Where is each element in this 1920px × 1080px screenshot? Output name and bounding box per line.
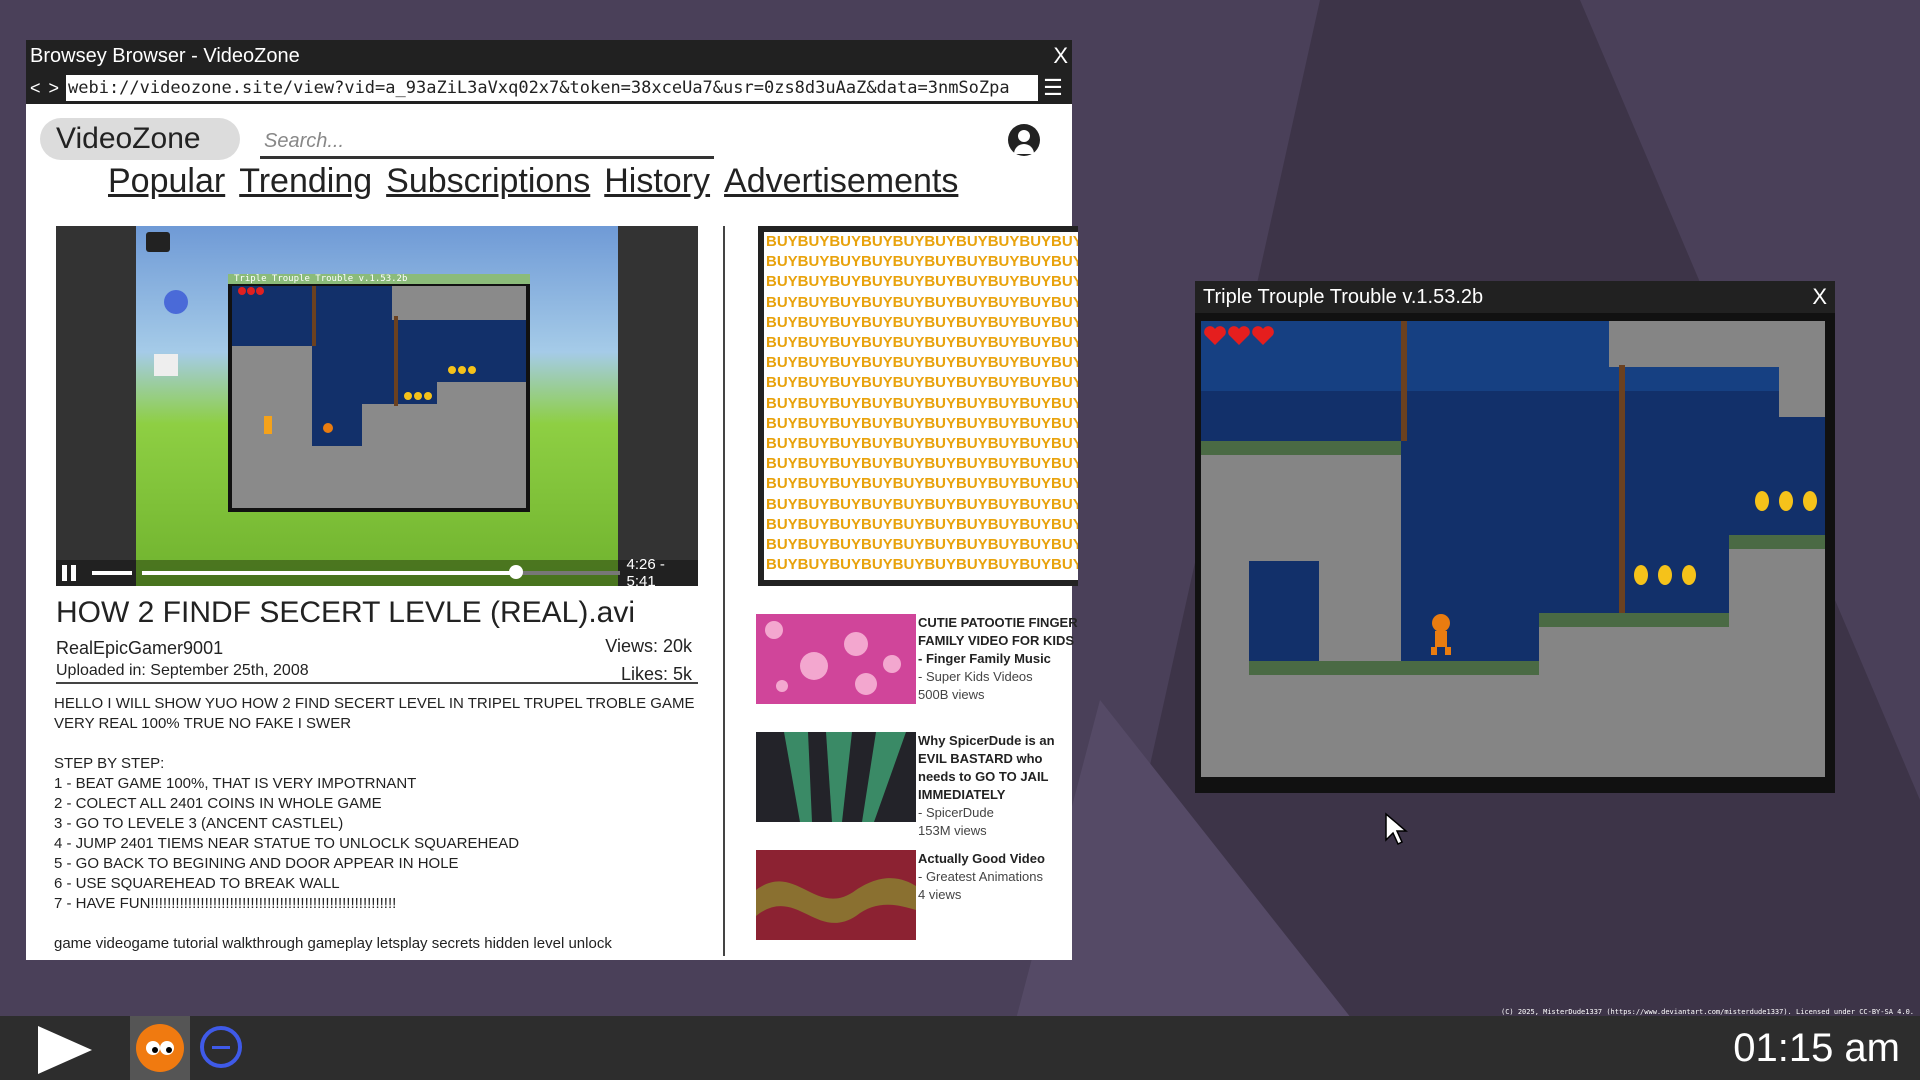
ad-line: BUYBUYBUYBUYBUYBUYBUYBUYBUYBUYBUYBUY [766,233,1078,250]
cursor-icon [1385,812,1408,846]
rec-channel[interactable]: - Super Kids Videos [918,668,1078,686]
video-description: HELLO I WILL SHOW YUO HOW 2 FIND SECERT … [54,695,695,952]
video-controls: 4:26 - 5:41 [56,556,698,586]
rec-title[interactable]: Why SpicerDude is an EVIL BASTARD who ne… [918,732,1078,804]
game-app-icon[interactable] [136,1024,184,1072]
ad-line: BUYBUYBUYBUYBUYBUYBUYBUYBUYBUYBUYBUY [766,334,1078,352]
upload-date: Uploaded in: September 25th, 2008 [56,662,309,679]
browser-app-icon[interactable] [200,1026,242,1068]
site-nav: Popular Trending Subscriptions History A… [108,162,958,201]
video-game-window: Triple Trouple Trouble v.1.53.2b [228,274,530,512]
ad-line: BUYBUYBUYBUYBUYBUYBUYBUYBUYBUYBUYBUY [766,435,1078,453]
video-frame: Triple Trouple Trouble v.1.53.2b [136,226,618,586]
game-window: Triple Trouple Trouble v.1.53.2b X [1195,281,1835,793]
video-channel[interactable]: RealEpicGamer9001 [56,638,223,659]
ad-line: BUYBUYBUYBUYBUYBUYBUYBUYBUYBUYBUYBUY [766,273,1078,291]
rec-title[interactable]: CUTIE PATOOTIE FINGER FAMILY VIDEO FOR K… [918,614,1078,668]
pause-icon[interactable] [62,565,78,581]
video-time: 4:26 - 5:41 [626,556,665,586]
recommended-video[interactable]: Why SpicerDude is an EVIL BASTARD who ne… [756,732,1078,838]
ad-line: BUYBUYBUYBUYBUYBUYBUYBUYBUYBUYBUYBUY [766,313,1078,331]
start-button[interactable] [38,1026,92,1074]
url-input[interactable]: webi://videozone.site/view?vid=a_93aZiL3… [66,75,1038,101]
nav-popular[interactable]: Popular [108,162,225,201]
ad-line: BUYBUYBUYBUYBUYBUYBUYBUYBUYBUYBUYBUY [766,354,1078,372]
browser-close-button[interactable]: X [1053,43,1068,69]
video-thumbnail[interactable] [756,850,916,940]
nav-advertisements[interactable]: Advertisements [724,162,958,201]
rec-channel[interactable]: - SpicerDude [918,804,1078,822]
views-count: Views: 20k [605,636,692,656]
video-game-screen [232,286,526,508]
seek-bar-fill [141,571,517,575]
video-thumbnail[interactable] [756,614,916,704]
ad-line: BUYBUYBUYBUYBUYBUYBUYBUYBUYBUYBUYBUY [766,253,1078,271]
account-icon[interactable] [1008,124,1040,156]
advertisement-text: BUYBUYBUYBUYBUYBUYBUYBUYBUYBUY BUYBUY BUYB… [764,232,1078,580]
ad-line: BUYBUYBUYBUYBUYBUYBUYBUYBUYBUYBUYBUY [766,536,1078,554]
rec-title[interactable]: Actually Good Video [918,850,1078,868]
browser-titlebar[interactable]: Browsey Browser - VideoZone X [26,40,1072,72]
video-player[interactable]: Triple Trouple Trouble v.1.53.2b 4:26 - … [56,226,698,586]
game-close-button[interactable]: X [1812,284,1827,310]
recommended-video[interactable]: Actually Good Video - Greatest Animation… [756,850,1076,942]
rec-views: 4 views [918,887,962,902]
clock: 01:15 am [1733,1026,1900,1070]
game-titlebar[interactable]: Triple Trouple Trouble v.1.53.2b X [1195,281,1835,313]
rec-views: 153M views [918,823,987,838]
search-input[interactable]: Search... [260,126,714,159]
forward-button[interactable]: > [49,78,60,99]
video-thumbnail[interactable] [756,732,916,822]
seek-bar[interactable] [141,565,621,579]
notes-icon [154,354,178,376]
menu-icon[interactable]: ☰ [1038,75,1068,101]
ad-line: BUYBUYBUYBUYBUYBUYBUYBUYBUYBUYBUYBUY [766,293,1078,311]
computer-icon [146,232,170,252]
site-logo[interactable]: VideoZone [40,118,240,160]
ad-line: BUYBUYBUYBUYBUYBUYBUYBUYBUYBUYBUYBUY [766,475,1078,493]
ad-line: BUYBUYBUYBUYBUYBUYBUYBUYBUYBUYBUYBUY [766,374,1078,392]
ad-line: BUYBUYBUYBUYBUYBUYBUYBUYBUYBUYBUYBUY [766,515,1078,533]
column-divider [723,226,725,956]
divider [56,682,698,684]
nav-history[interactable]: History [604,162,710,201]
game-title: Triple Trouple Trouble v.1.53.2b [1203,285,1484,308]
nav-subscriptions[interactable]: Subscriptions [386,162,590,201]
browser-window: Browsey Browser - VideoZone X < > webi:/… [26,40,1078,960]
nav-trending[interactable]: Trending [239,162,372,201]
recommended-video[interactable]: CUTIE PATOOTIE FINGER FAMILY VIDEO FOR K… [756,614,1078,706]
ad-line: BUYBUYBUYBUYBUYBUYBUYBUYBUYBUYBUYBUY [766,495,1078,513]
license-credit: (C) 2025, MisterDude1337 (https://www.de… [1500,1008,1914,1016]
ad-line: BUYBUYBUYBUYBUYBUYBUYBUYBUYBUYBUYBUY [766,394,1078,412]
video-game-title: Triple Trouple Trouble v.1.53.2b [228,274,530,284]
address-bar: < > webi://videozone.site/view?vid=a_93a… [26,72,1072,104]
seek-bar-knob[interactable] [509,565,524,579]
browser-title: Browsey Browser - VideoZone [30,44,300,67]
ad-line: BUYBUYBUYBUYBUYBUYBUYBUYBUYBUYBUYBUY [766,414,1078,432]
video-title: HOW 2 FINDF SECERT LEVLE (REAL).avi [56,596,636,629]
advertisement-banner[interactable]: BUYBUYBUYBUYBUYBUYBUYBUYBUYBUY BUYBUY BUYB… [758,226,1078,586]
ad-line: BUYBUYBUYBUYBUYBUYBUYBUYBUYBUYBUYBUY [766,455,1078,473]
ad-line: BUYBUYBUYBUYBUYBUYBUYBUYBUYBUYBUYBUY [766,556,1078,574]
taskbar: 01:15 am [0,1016,1920,1080]
video-stats: Views: 20k Likes: 5k [605,632,692,688]
back-button[interactable]: < [30,78,41,99]
app-icon [164,290,188,314]
rec-views: 500B views [918,687,985,702]
rec-channel[interactable]: - Greatest Animations [918,868,1078,886]
volume-slider[interactable] [91,571,132,575]
game-screen[interactable] [1201,321,1825,777]
